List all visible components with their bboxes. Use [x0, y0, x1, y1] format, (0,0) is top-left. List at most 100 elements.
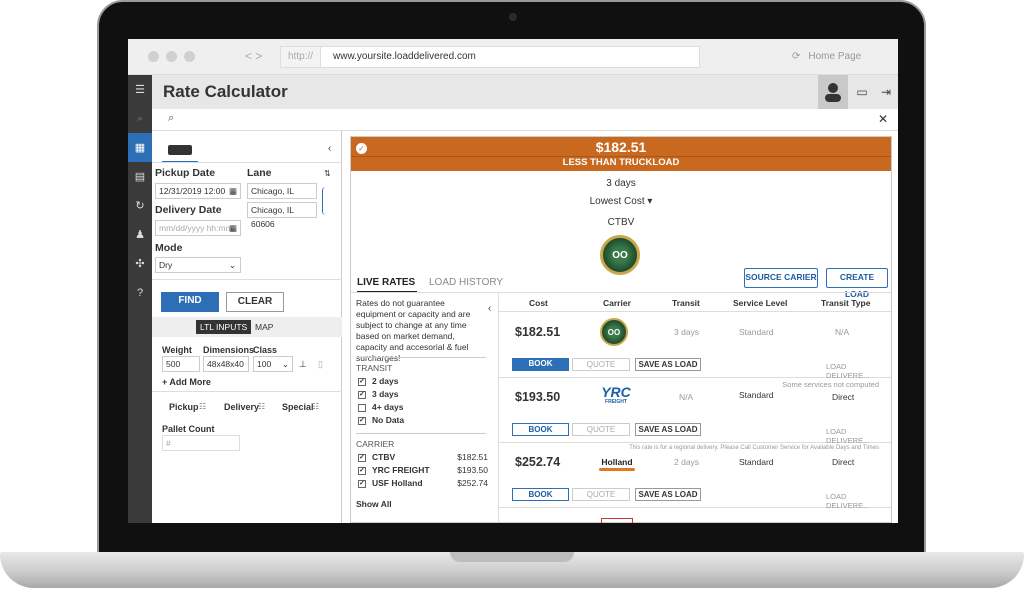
transit-option[interactable]: ✓ No Data	[358, 415, 404, 425]
tab-delivery[interactable]: Delivery	[224, 402, 259, 412]
search-bar[interactable]: ⌕ ✕	[152, 109, 898, 131]
divider	[356, 433, 486, 434]
sync-icon[interactable]: ↻	[128, 191, 152, 220]
create-load-button[interactable]: CREATE LOAD	[826, 268, 888, 299]
chat-icon[interactable]: ▭	[850, 75, 874, 109]
table-header: Cost Carrier Transit Service Level Trans…	[499, 293, 891, 312]
stack-icon[interactable]: ⊥	[299, 359, 307, 370]
checkbox[interactable]: ✓	[358, 453, 366, 462]
pickup-date-value: 12/31/2019 12:00	[159, 186, 226, 196]
lane-origin-input[interactable]: Chicago, IL 60606	[247, 183, 317, 210]
collapse-icon[interactable]: ‹	[488, 303, 491, 314]
calculator-icon[interactable]: ▦	[128, 133, 152, 162]
tab-ltl-inputs[interactable]: LTL INPUTS	[196, 320, 252, 334]
tab-special[interactable]: Special	[282, 402, 314, 412]
address-bar[interactable]: http:// www.yoursite.loaddelivered.com	[280, 46, 700, 68]
truck-icon[interactable]: ▤	[128, 162, 152, 191]
row-note: This rate is for a regional delivery. Pl…	[629, 445, 879, 451]
carrier-logo: Holland	[599, 457, 635, 471]
carrier-option[interactable]: ✓ CTBV $182.51	[358, 452, 488, 462]
checkbox[interactable]: ✓	[358, 377, 366, 386]
menu-icon[interactable]: ☰	[128, 75, 152, 104]
table-row[interactable]: Some services not computed $193.50 YRC F…	[499, 378, 891, 445]
book-button[interactable]: BOOK	[512, 358, 569, 371]
help-icon[interactable]: ?	[128, 278, 152, 307]
transit-option[interactable]: ✓ 2 days	[358, 376, 398, 386]
avatar[interactable]	[818, 75, 848, 109]
settings-icon: ☷	[312, 402, 320, 411]
carrier-option[interactable]: ✓ USF Holland $252.74	[358, 478, 488, 488]
window-dot[interactable]	[148, 51, 159, 62]
save-as-load-button[interactable]: SAVE AS LOAD	[635, 488, 701, 501]
mode-select[interactable]: Dry ⌄	[155, 257, 241, 273]
trash-icon[interactable]: ▯	[318, 359, 323, 370]
tab-load-history[interactable]: LOAD HISTORY	[429, 277, 503, 288]
add-more-link[interactable]: + Add More	[162, 377, 211, 387]
book-button[interactable]: BOOK	[512, 488, 569, 501]
pickup-date-input[interactable]: 12/31/2019 12:00 ▦	[155, 183, 241, 199]
browser-chrome: < > http:// www.yoursite.loaddelivered.co…	[128, 39, 898, 75]
find-button[interactable]: FIND	[161, 292, 219, 312]
close-icon[interactable]: ✕	[878, 112, 888, 126]
source-carrier-button[interactable]: SOURCE CARIER	[744, 268, 818, 288]
summary-carrier: CTBV	[607, 217, 635, 228]
load-delivered-link[interactable]: LOAD DELIVERE...	[826, 492, 891, 510]
transit-option-label: 4+ days	[372, 402, 404, 412]
checkbox[interactable]: ✓	[358, 390, 366, 399]
swap-icon[interactable]: ⇅	[324, 169, 331, 178]
tab-map[interactable]: MAP	[255, 322, 273, 332]
checkbox[interactable]: ✓	[358, 479, 366, 488]
table-row[interactable]: $182.51 OO 3 days Standard N/A BOOK QUOT…	[499, 313, 891, 380]
save-as-load-button[interactable]: SAVE AS LOAD	[635, 358, 701, 371]
delivery-date-label: Delivery Date	[155, 204, 222, 216]
show-all-link[interactable]: Show All	[356, 499, 392, 509]
quote-button[interactable]: QUOTE	[572, 488, 630, 501]
best-price: $182.51	[595, 139, 647, 155]
disclaimer-text: Rates do not guarantee equipment or capa…	[356, 298, 471, 363]
weight-input[interactable]: 500	[162, 356, 200, 372]
quote-button[interactable]: QUOTE	[572, 423, 630, 436]
users-icon[interactable]: ♟	[128, 220, 152, 249]
divider	[152, 162, 342, 163]
transit-option-label: 3 days	[372, 389, 399, 399]
header-service-level: Service Level	[733, 298, 788, 308]
lane-destination-input[interactable]: Chicago, IL 60606	[247, 202, 317, 229]
divider	[152, 279, 342, 280]
window-dot[interactable]	[166, 51, 177, 62]
tab-pickup[interactable]: Pickup	[169, 402, 199, 412]
sort-dropdown[interactable]: Lowest Cost ▾	[351, 196, 891, 207]
carrier-logo: OO	[600, 318, 628, 346]
quote-button[interactable]: QUOTE	[572, 358, 630, 371]
checkbox[interactable]	[358, 403, 366, 412]
chevron-down-icon: ⌄	[228, 260, 236, 270]
tab-live-rates[interactable]: LIVE RATES	[357, 277, 415, 288]
network-icon[interactable]: ✣	[128, 249, 152, 278]
row-service-level: Standard	[739, 390, 774, 400]
book-button[interactable]: BOOK	[512, 423, 569, 436]
side-nav: ☰ ⌕ ▦ ▤ ↻ ♟ ✣ ?	[128, 75, 152, 523]
table-row[interactable]: This rate is for a regional delivery. Pl…	[499, 443, 891, 510]
home-page-link[interactable]: ⟳ Home Page	[792, 46, 892, 68]
clear-button[interactable]: CLEAR	[226, 292, 284, 312]
pallet-count-input[interactable]: #	[162, 435, 240, 451]
dimensions-input[interactable]: 48x48x40	[203, 356, 249, 372]
delivery-date-input[interactable]: mm/dd/yyyy hh:mm ▦	[155, 220, 241, 236]
carrier-option[interactable]: ✓ YRC FREIGHT $193.50	[358, 465, 488, 475]
truck-tab-icon[interactable]	[168, 145, 192, 155]
nav-arrows[interactable]: < >	[245, 49, 262, 63]
carrier-option-price: $252.74	[457, 478, 488, 488]
header-transit: Transit	[672, 298, 700, 308]
search-icon[interactable]: ⌕	[128, 104, 152, 133]
checkbox[interactable]: ✓	[358, 416, 366, 425]
class-select[interactable]: 100 ⌄	[253, 356, 293, 372]
save-as-load-button[interactable]: SAVE AS LOAD	[635, 423, 701, 436]
transit-option[interactable]: 4+ days	[358, 402, 403, 412]
window-dot[interactable]	[184, 51, 195, 62]
collapse-icon[interactable]: ‹	[328, 143, 331, 154]
row-transit: 3 days	[674, 327, 700, 337]
transit-option[interactable]: ✓ 3 days	[358, 389, 398, 399]
logout-icon[interactable]: ⇥	[874, 75, 898, 109]
calendar-icon: ▦	[228, 186, 237, 196]
checkbox[interactable]: ✓	[358, 466, 366, 475]
rates-table: Cost Carrier Transit Service Level Trans…	[499, 293, 891, 523]
